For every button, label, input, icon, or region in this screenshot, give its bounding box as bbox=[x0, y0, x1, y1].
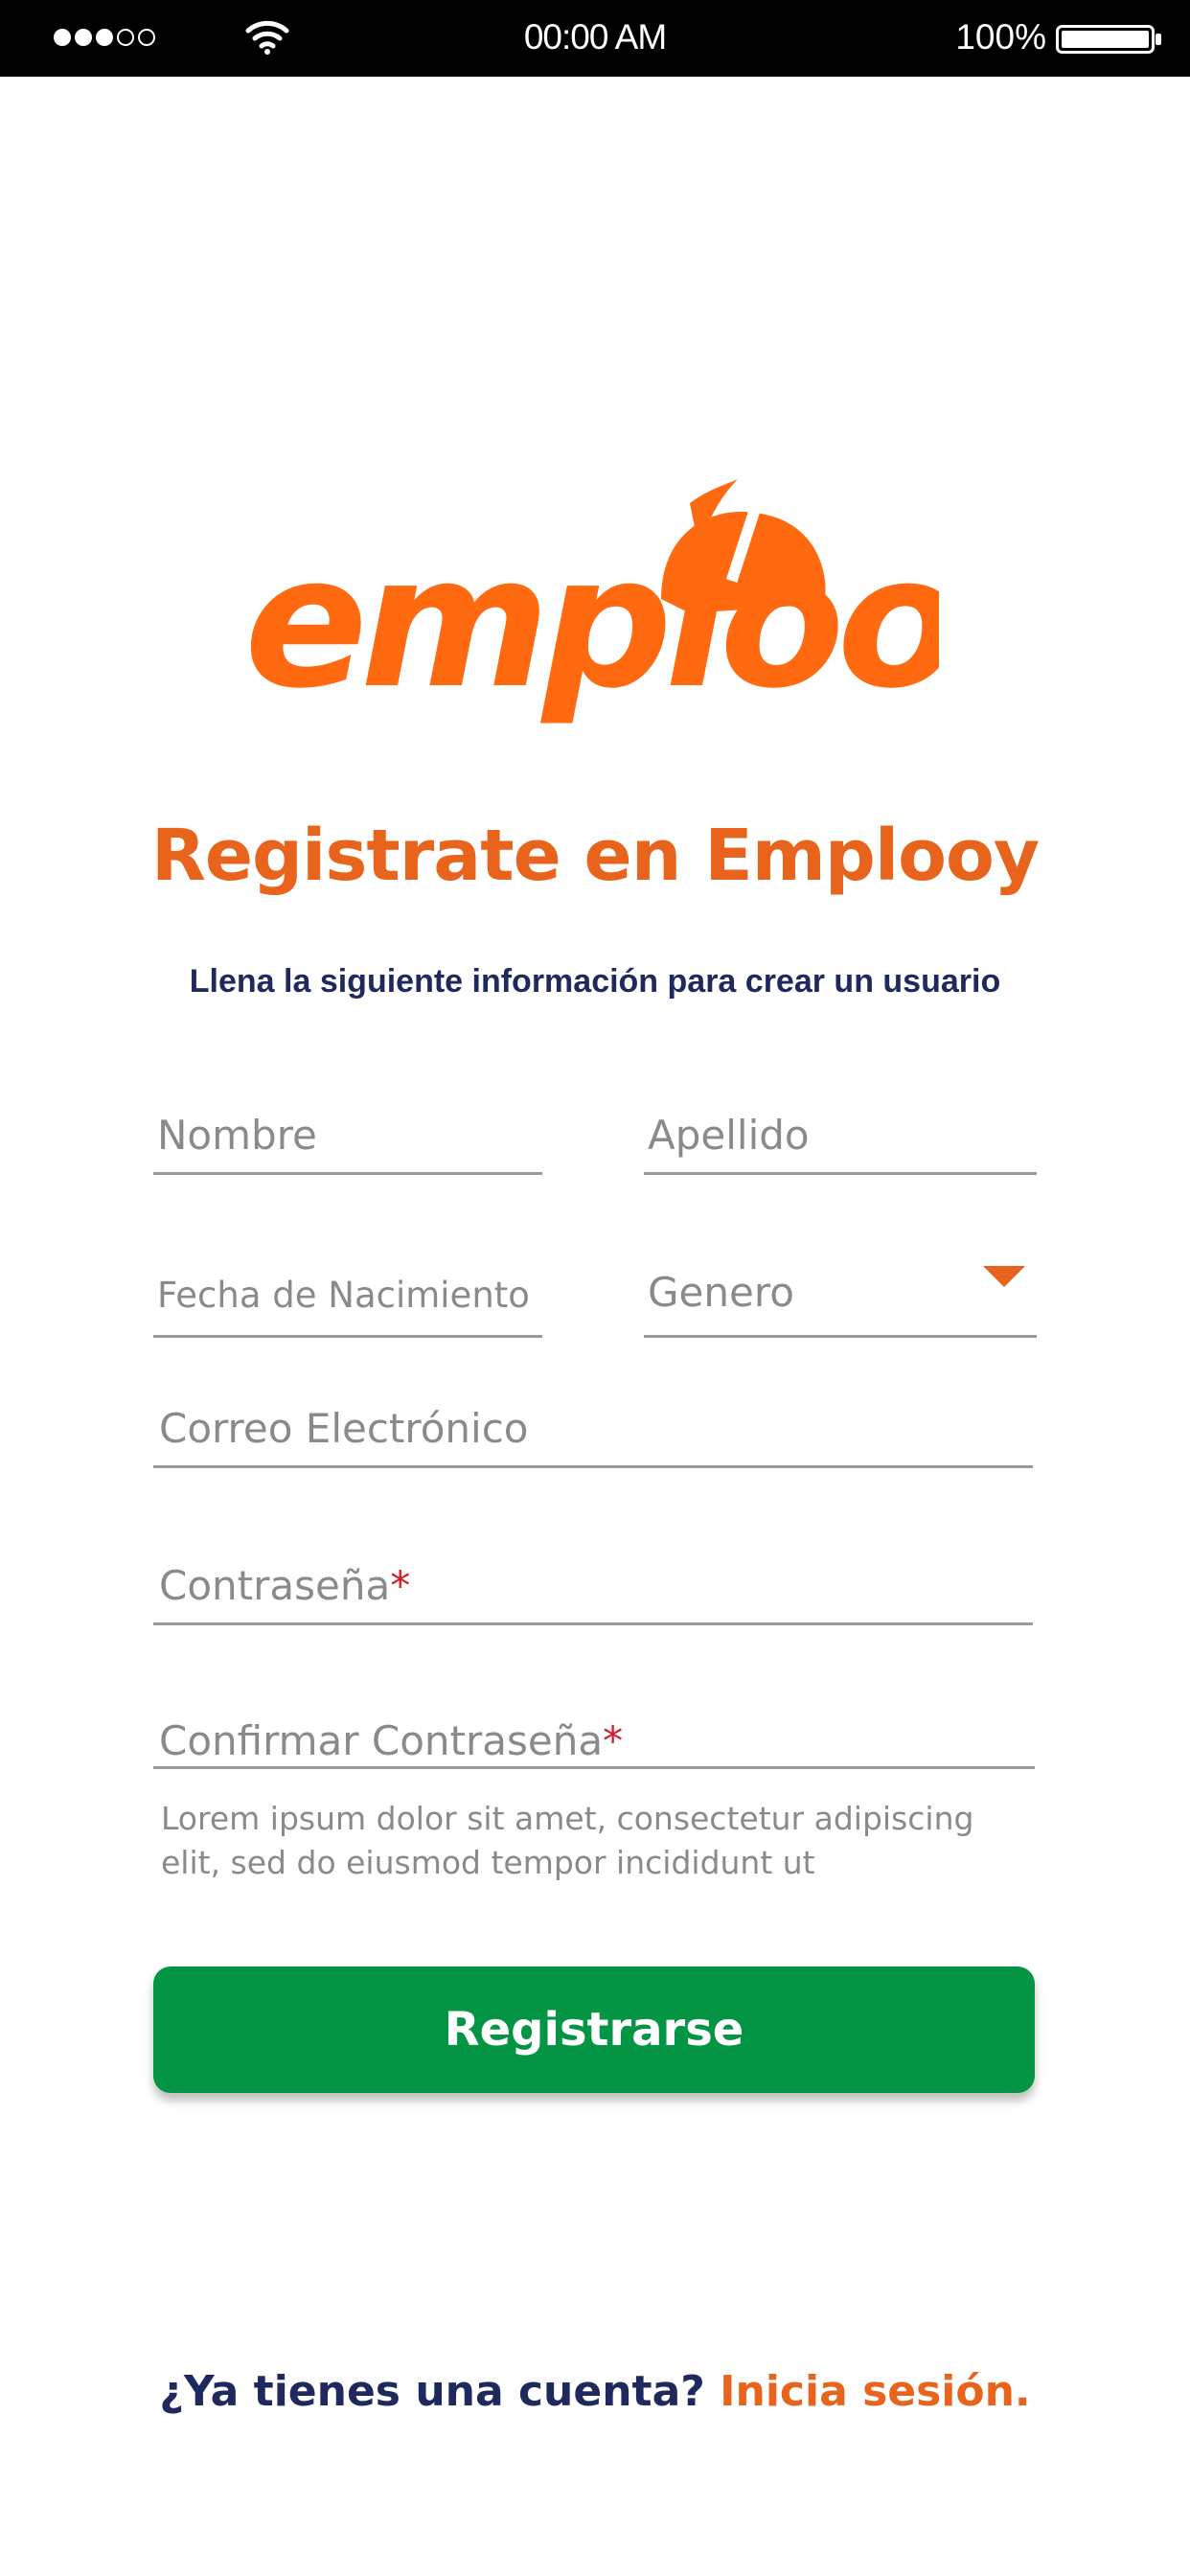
first-name-field[interactable]: Nombre bbox=[153, 1092, 542, 1175]
login-link[interactable]: Inicia sesión. bbox=[720, 2367, 1031, 2416]
hard-hat-icon bbox=[661, 479, 826, 613]
last-name-placeholder: Apellido bbox=[648, 1112, 810, 1159]
gender-placeholder: Genero bbox=[648, 1269, 794, 1316]
password-placeholder: Contraseña bbox=[159, 1562, 391, 1609]
emplooy-logo: emplooy bbox=[244, 479, 939, 728]
confirm-password-field[interactable]: Confirmar Contraseña* bbox=[153, 1696, 1035, 1769]
status-bar: 00:00 AM 100% bbox=[0, 0, 1190, 77]
password-helper-text: Lorem ipsum dolor sit amet, consectetur … bbox=[161, 1800, 974, 1881]
page-subtitle: Llena la siguiente información para crea… bbox=[189, 963, 1001, 1000]
register-button[interactable]: Registrarse bbox=[153, 1966, 1035, 2093]
birthdate-field[interactable]: Fecha de Nacimiento bbox=[153, 1246, 542, 1338]
login-question: ¿Ya tienes una cuenta? bbox=[159, 2367, 705, 2416]
chevron-down-icon bbox=[983, 1266, 1025, 1287]
email-field[interactable]: Correo Electrónico bbox=[153, 1380, 1033, 1468]
logo-wordmark: emplooy bbox=[244, 517, 939, 728]
page-title: Registrate en Emplooy bbox=[150, 815, 1040, 897]
battery-icon bbox=[1056, 25, 1161, 54]
battery-percentage: 100% bbox=[955, 17, 1046, 57]
gender-select[interactable]: Genero bbox=[644, 1246, 1037, 1338]
birthdate-placeholder: Fecha de Nacimiento bbox=[157, 1275, 530, 1316]
password-field[interactable]: Contraseña* bbox=[153, 1531, 1033, 1625]
required-mark: * bbox=[390, 1562, 411, 1609]
required-mark: * bbox=[603, 1717, 624, 1764]
first-name-placeholder: Nombre bbox=[157, 1112, 317, 1159]
confirm-password-placeholder: Confirmar Contraseña bbox=[159, 1717, 604, 1764]
login-prompt: ¿Ya tienes una cuenta? Inicia sesión. bbox=[0, 2367, 1190, 2416]
last-name-field[interactable]: Apellido bbox=[644, 1092, 1037, 1175]
email-placeholder: Correo Electrónico bbox=[159, 1405, 529, 1452]
